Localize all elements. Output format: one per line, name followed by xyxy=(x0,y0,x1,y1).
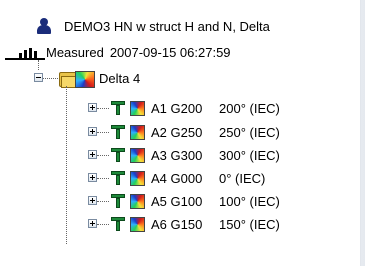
dose-map-icon xyxy=(130,170,145,186)
tree-connector xyxy=(43,78,58,79)
child-name: A4 G000 xyxy=(151,170,203,186)
child-name: A3 G300 xyxy=(151,147,203,163)
tree-connector xyxy=(97,155,109,156)
tree-child-item[interactable]: A6 G150 150° (IEC) xyxy=(110,213,280,235)
child-name: A6 G150 xyxy=(151,216,203,232)
child-angle: 250° (IEC) xyxy=(219,124,280,140)
tree-child-item[interactable]: A3 G300 300° (IEC) xyxy=(110,144,280,166)
tree-connector xyxy=(97,108,109,109)
beam-icon xyxy=(110,170,126,186)
child-angle: 0° (IEC) xyxy=(219,170,266,186)
tree-root-label: DEMO3 HN w struct H and N, Delta xyxy=(64,18,270,34)
child-angle: 100° (IEC) xyxy=(219,193,280,209)
tree-connector xyxy=(97,132,109,133)
expand-toggle[interactable] xyxy=(88,219,97,228)
tree-connector xyxy=(97,201,109,202)
tree-connector xyxy=(66,86,67,244)
folder-map-icon xyxy=(59,69,95,88)
beam-icon xyxy=(110,100,126,116)
child-name: A1 G200 xyxy=(151,100,203,116)
measurement-label: Measured xyxy=(46,44,104,60)
tree-connector xyxy=(97,178,109,179)
tree-child-item[interactable]: A2 G250 250° (IEC) xyxy=(110,121,280,143)
child-angle: 150° (IEC) xyxy=(219,216,280,232)
tree-group-item[interactable]: Delta 4 xyxy=(59,67,140,89)
beam-icon xyxy=(110,147,126,163)
expand-toggle[interactable] xyxy=(88,196,97,205)
dose-map-icon xyxy=(130,100,145,116)
group-label: Delta 4 xyxy=(99,70,141,86)
expand-toggle[interactable] xyxy=(88,150,97,159)
dose-map-icon xyxy=(130,216,145,232)
beam-icon xyxy=(110,216,126,232)
tree-root-item[interactable]: DEMO3 HN w struct H and N, Delta xyxy=(36,15,270,37)
child-angle: 300° (IEC) xyxy=(219,147,280,163)
tree-panel: DEMO3 HN w struct H and N, Delta Measure… xyxy=(0,0,361,266)
child-name: A2 G250 xyxy=(151,124,203,140)
measurement-timestamp: 2007-09-15 06:27:59 xyxy=(109,44,231,60)
tree-connector xyxy=(97,224,109,225)
beam-icon xyxy=(110,193,126,209)
dose-map-icon xyxy=(130,124,145,140)
dose-map-icon xyxy=(130,193,145,209)
dose-map-icon xyxy=(130,147,145,163)
beam-icon xyxy=(110,124,126,140)
bars-icon xyxy=(5,44,45,60)
expand-toggle[interactable] xyxy=(88,127,97,136)
tree-connector xyxy=(38,60,39,70)
child-angle: 200° (IEC) xyxy=(219,100,280,116)
tree-child-item[interactable]: A1 G200 200° (IEC) xyxy=(110,97,280,119)
expand-toggle[interactable] xyxy=(88,173,97,182)
tree-child-item[interactable]: A5 G100 100° (IEC) xyxy=(110,190,280,212)
child-name: A5 G100 xyxy=(151,193,203,209)
tree-child-item[interactable]: A4 G000 0° (IEC) xyxy=(110,167,265,189)
person-icon xyxy=(36,17,52,35)
expand-toggle[interactable] xyxy=(88,103,97,112)
collapse-toggle[interactable] xyxy=(34,73,43,82)
